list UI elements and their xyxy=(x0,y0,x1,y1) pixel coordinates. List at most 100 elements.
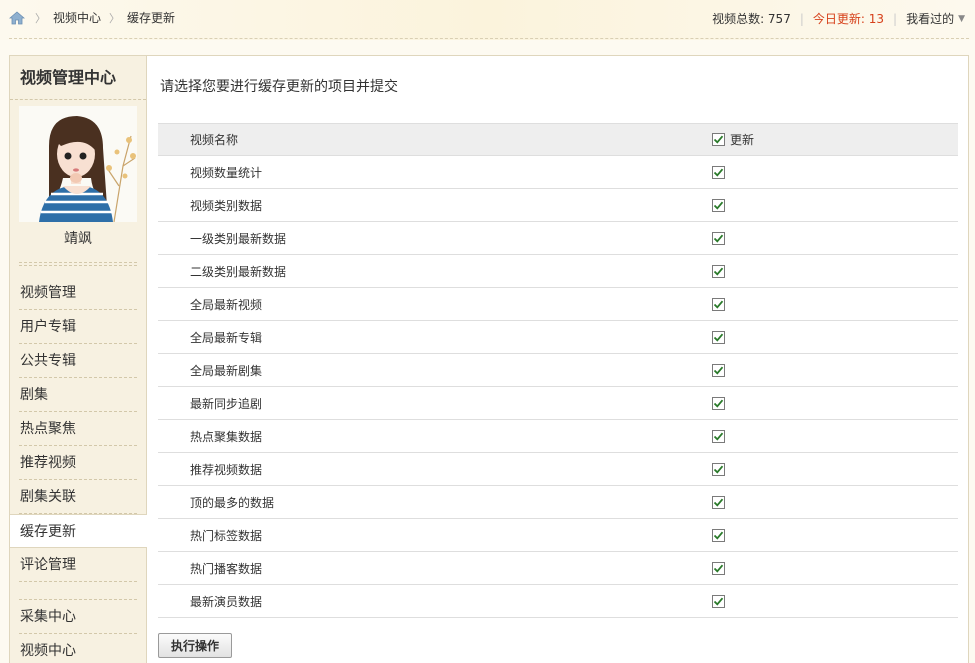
avatar[interactable] xyxy=(19,106,137,222)
table-row: 最新演员数据 xyxy=(158,585,958,618)
row-check-cell xyxy=(712,561,725,575)
row-checkbox[interactable] xyxy=(712,330,725,344)
sidebar-item-video-center[interactable]: 视频中心 xyxy=(10,634,146,663)
row-check-cell xyxy=(712,429,725,443)
cache-table: 视频名称 更新 视频数量统计 视频类别数据一级类别最新数据 二级类别最新数据 全局最新… xyxy=(158,123,958,618)
row-name: 最新演员数据 xyxy=(190,594,263,609)
stats-divider: | xyxy=(799,11,804,26)
sidebar-item-user-album[interactable]: 用户专辑 xyxy=(10,310,146,344)
row-checkbox[interactable] xyxy=(712,198,725,212)
sidebar-item-recommend[interactable]: 推荐视频 xyxy=(10,446,146,480)
history-dropdown[interactable]: 我看过的 ▼ xyxy=(906,10,965,27)
today-updates[interactable]: 今日更新: 13 xyxy=(813,10,884,27)
row-name: 视频数量统计 xyxy=(190,165,263,180)
column-update-header: 更新 xyxy=(730,133,755,147)
home-icon[interactable] xyxy=(9,10,25,25)
breadcrumb: 〉 视频中心 〉 缓存更新 xyxy=(9,9,175,26)
sidebar-item-series-link[interactable]: 剧集关联 xyxy=(10,480,146,514)
row-check-cell xyxy=(712,264,725,278)
row-check-cell xyxy=(712,198,725,212)
row-name: 二级类别最新数据 xyxy=(190,264,287,279)
row-checkbox[interactable] xyxy=(712,165,725,179)
row-check-cell xyxy=(712,495,725,509)
row-name: 全局最新视频 xyxy=(190,297,263,312)
row-name: 最新同步追剧 xyxy=(190,396,263,411)
row-checkbox[interactable] xyxy=(712,495,725,509)
top-bar: 〉 视频中心 〉 缓存更新 视频总数: 757 | 今日更新: 13 | 我看过… xyxy=(0,0,975,36)
breadcrumb-cache-update: 缓存更新 xyxy=(127,11,176,25)
stats-bar: 视频总数: 757 | 今日更新: 13 | 我看过的 ▼ xyxy=(712,10,965,27)
row-name: 视频类别数据 xyxy=(190,198,263,213)
sidebar-item-comments[interactable]: 评论管理 xyxy=(10,548,146,582)
table-row: 一级类别最新数据 xyxy=(158,222,958,255)
table-row: 热点聚集数据 xyxy=(158,420,958,453)
table-row: 全局最新剧集 xyxy=(158,354,958,387)
table-row: 热门标签数据 xyxy=(158,519,958,552)
row-name: 顶的最多的数据 xyxy=(190,495,275,510)
total-videos: 视频总数: 757 xyxy=(712,12,791,26)
row-checkbox[interactable] xyxy=(712,363,725,377)
column-name-header: 视频名称 xyxy=(190,133,239,147)
row-check-cell xyxy=(712,297,725,311)
chevron-down-icon: ▼ xyxy=(958,13,965,24)
sidebar-item-collect[interactable]: 采集中心 xyxy=(10,600,146,634)
row-checkbox[interactable] xyxy=(712,231,725,245)
table-row: 顶的最多的数据 xyxy=(158,486,958,519)
row-checkbox[interactable] xyxy=(712,297,725,311)
content-area: 请选择您要进行缓存更新的项目并提交 视频名称 更新 视频数量统计 视频类别数据一级… xyxy=(158,56,958,663)
row-check-cell xyxy=(712,594,725,608)
table-row: 推荐视频数据 xyxy=(158,453,958,486)
select-all[interactable]: 更新 xyxy=(712,131,754,148)
row-checkbox[interactable] xyxy=(712,528,725,542)
row-checkbox[interactable] xyxy=(712,561,725,575)
sidebar-item-hot-focus[interactable]: 热点聚焦 xyxy=(10,412,146,446)
row-name: 热点聚集数据 xyxy=(190,429,263,444)
row-checkbox[interactable] xyxy=(712,429,725,443)
row-check-cell xyxy=(712,462,725,476)
row-name: 推荐视频数据 xyxy=(190,462,263,477)
sidebar-divider xyxy=(19,262,137,266)
stats-divider: | xyxy=(893,11,898,26)
username: 靖飒 xyxy=(64,231,92,247)
table-row: 二级类别最新数据 xyxy=(158,255,958,288)
row-checkbox[interactable] xyxy=(712,462,725,476)
main-frame: 视频管理中心 靖飒 视频管理 用户专辑 公共专辑 剧集 热点聚焦 推荐视频 剧集… xyxy=(9,55,969,663)
sidebar-item-video-manage[interactable]: 视频管理 xyxy=(10,276,146,310)
table-row: 视频数量统计 xyxy=(158,156,958,189)
row-checkbox[interactable] xyxy=(712,264,725,278)
execute-button[interactable]: 执行操作 xyxy=(158,633,232,658)
select-all-checkbox[interactable] xyxy=(712,133,725,146)
row-name: 全局最新剧集 xyxy=(190,363,263,378)
sidebar-title: 视频管理中心 xyxy=(10,56,146,100)
row-name: 一级类别最新数据 xyxy=(190,231,287,246)
top-divider xyxy=(9,38,969,39)
sidebar-item-public-album[interactable]: 公共专辑 xyxy=(10,344,146,378)
breadcrumb-video-center[interactable]: 视频中心 xyxy=(53,9,101,26)
row-checkbox[interactable] xyxy=(712,594,725,608)
row-name: 全局最新专辑 xyxy=(190,330,263,345)
history-label: 我看过的 xyxy=(906,12,955,26)
avatar-image xyxy=(19,106,137,222)
sidebar-item-cache-update[interactable]: 缓存更新 xyxy=(10,514,147,548)
sidebar-item-series[interactable]: 剧集 xyxy=(10,378,146,412)
page-prompt: 请选择您要进行缓存更新的项目并提交 xyxy=(160,79,398,95)
table-row: 视频类别数据 xyxy=(158,189,958,222)
table-row: 全局最新视频 xyxy=(158,288,958,321)
sidebar-divider xyxy=(10,582,146,600)
row-check-cell xyxy=(712,330,725,344)
row-checkbox[interactable] xyxy=(712,396,725,410)
table-row: 全局最新专辑 xyxy=(158,321,958,354)
row-name: 热门标签数据 xyxy=(190,528,263,543)
table-row: 最新同步追剧 xyxy=(158,387,958,420)
row-check-cell xyxy=(712,396,725,410)
table-header: 视频名称 更新 xyxy=(158,123,958,156)
row-name: 热门播客数据 xyxy=(190,561,263,576)
sidebar-nav: 视频管理 用户专辑 公共专辑 剧集 热点聚焦 推荐视频 剧集关联 缓存更新 评论… xyxy=(10,276,147,663)
row-check-cell xyxy=(712,528,725,542)
sidebar: 视频管理中心 靖飒 视频管理 用户专辑 公共专辑 剧集 热点聚焦 推荐视频 剧集… xyxy=(10,56,147,663)
row-check-cell xyxy=(712,165,725,179)
breadcrumb-separator: 〉 xyxy=(35,11,46,25)
row-check-cell xyxy=(712,231,725,245)
table-row: 热门播客数据 xyxy=(158,552,958,585)
breadcrumb-separator: 〉 xyxy=(109,11,121,25)
